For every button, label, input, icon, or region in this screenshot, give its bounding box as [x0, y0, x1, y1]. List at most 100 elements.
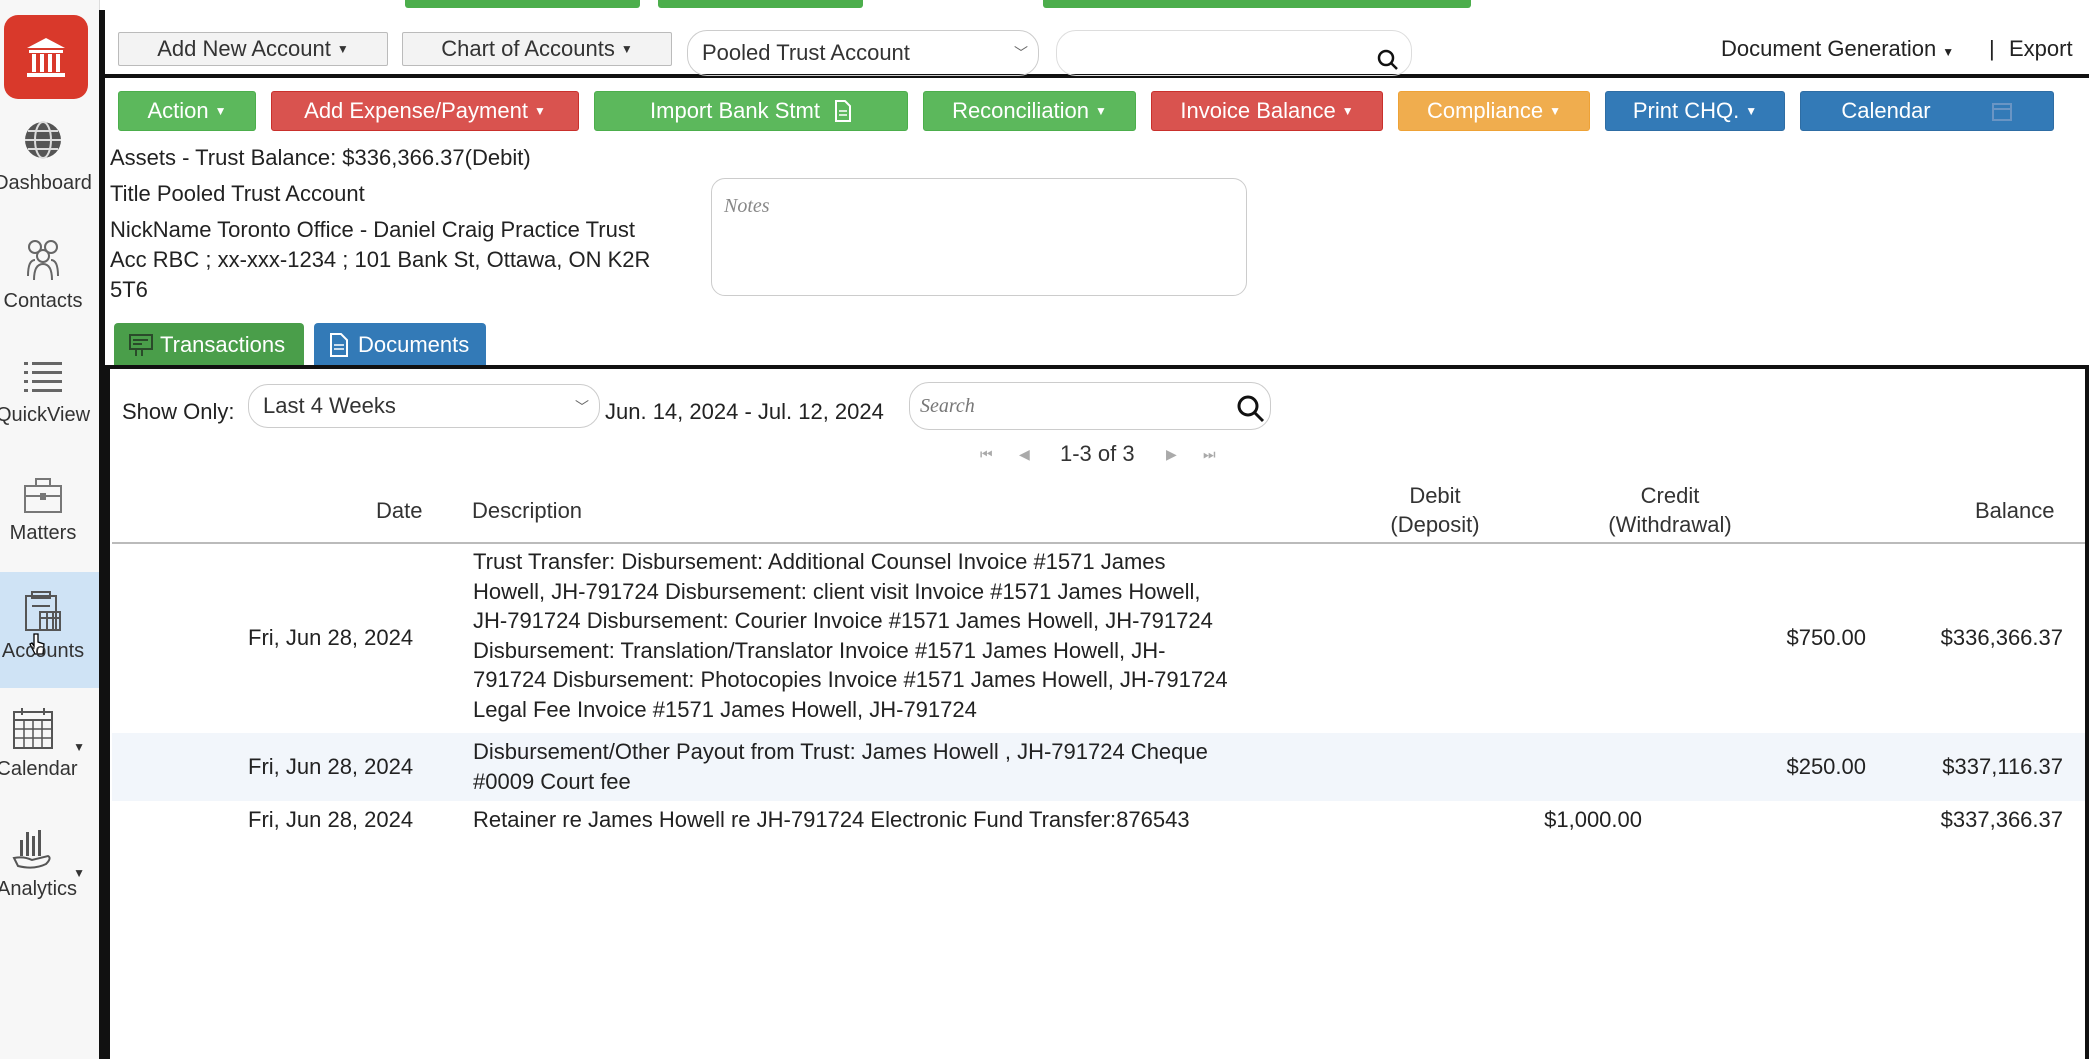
account-title-text: Title Pooled Trust Account — [110, 181, 365, 206]
account-select[interactable]: Pooled Trust Account ﹀ — [687, 30, 1039, 76]
first-page-icon[interactable]: ⏮ — [980, 446, 993, 463]
cropped-top-button[interactable] — [658, 0, 863, 8]
account-postal-text: 5T6 — [110, 277, 148, 302]
chevron-down-icon: ▼ — [1942, 45, 1955, 59]
reconciliation-button[interactable]: Reconciliation ▼ — [923, 91, 1136, 131]
sidebar-item-matters[interactable]: Matters — [0, 474, 99, 584]
description-line: Legal Fee Invoice #1571 James Howell, JH… — [473, 696, 977, 722]
print-chq-label: Print CHQ. — [1632, 98, 1740, 123]
people-icon — [27, 240, 59, 281]
cell-balance: $337,116.37 — [1942, 754, 2063, 779]
search-icon — [1377, 49, 1398, 70]
briefcase-icon — [24, 478, 62, 513]
sidebar-item-label: Matters — [9, 522, 77, 544]
document-icon — [330, 333, 348, 357]
tab-transactions-label: Transactions — [160, 332, 286, 357]
import-bank-label: Import Bank Stmt — [650, 98, 820, 123]
bank-icon — [27, 38, 65, 77]
table-row[interactable]: Fri, Jun 28, 2024 Trust Transfer: Disbur… — [112, 546, 2085, 733]
description-line: Howell, JH-791724 Disbursement: client v… — [473, 578, 1201, 604]
chevron-down-icon: ﹀ — [1014, 45, 1028, 61]
sidebar-item-analytics[interactable]: ▼ Analytics — [0, 826, 99, 936]
add-expense-label: Add Expense/Payment — [304, 98, 528, 123]
chevron-down-icon: ▼ — [1341, 104, 1354, 118]
sidebar-item-calendar[interactable]: ▼ Calendar — [0, 706, 99, 816]
description-line: Disbursement/Other Payout from Trust: Ja… — [473, 739, 1208, 764]
column-header-credit[interactable]: Credit (Withdrawal) — [1580, 481, 1760, 539]
calendar-button[interactable]: Calendar — [1800, 91, 2054, 131]
prev-page-icon[interactable]: ◀ — [1019, 446, 1030, 463]
import-bank-stmt-button[interactable]: Import Bank Stmt — [594, 91, 908, 131]
add-new-account-label: Add New Account — [157, 36, 331, 61]
top-strip — [0, 0, 2089, 10]
last-page-icon[interactable]: ⏭ — [1203, 446, 1216, 463]
add-new-account-button[interactable]: Add New Account ▼ — [118, 32, 388, 66]
tab-transactions[interactable]: Transactions — [114, 323, 304, 367]
sidebar-item-accounts[interactable]: Accounts — [0, 572, 99, 688]
chevron-down-icon: ▼ — [1745, 104, 1758, 118]
column-header-description[interactable]: Description — [472, 496, 582, 525]
column-header-balance[interactable]: Balance — [1975, 496, 2055, 525]
cell-description: Disbursement/Other Payout from Trust: Ja… — [473, 737, 1208, 796]
search-placeholder: Search — [920, 395, 975, 417]
export-link[interactable]: Export — [2009, 36, 2073, 62]
notes-textarea[interactable]: Notes — [711, 178, 1247, 296]
calendar-icon — [1991, 103, 2012, 121]
add-expense-payment-button[interactable]: Add Expense/Payment ▼ — [271, 91, 579, 131]
sidebar-item-label: Accounts — [1, 640, 85, 662]
description-line: JH-791724 Disbursement: Courier Invoice … — [473, 608, 1213, 633]
sidebar-item-quickview[interactable]: QuickView — [0, 356, 99, 466]
chart-of-accounts-label: Chart of Accounts — [441, 36, 615, 61]
action-button[interactable]: Action ▼ — [118, 91, 256, 131]
document-icon — [834, 100, 851, 122]
chevron-down-icon: ▼ — [620, 42, 633, 56]
print-chq-button[interactable]: Print CHQ. ▼ — [1605, 91, 1785, 131]
sidebar-item-contacts[interactable]: Contacts — [0, 236, 99, 346]
tab-documents[interactable]: Documents — [314, 323, 486, 367]
account-bank-text: Acc RBC ; xx-xxx-1234 ; 101 Bank St, Ott… — [110, 247, 651, 272]
description-line: Trust Transfer: Disbursement: Additional… — [473, 549, 1166, 574]
account-search-input[interactable] — [1056, 30, 1412, 76]
globe-icon — [25, 121, 61, 159]
account-select-value: Pooled Trust Account — [702, 40, 910, 65]
search-icon[interactable] — [1236, 394, 1266, 424]
chevron-down-icon: ▼ — [1549, 104, 1562, 118]
next-page-icon[interactable]: ▶ — [1166, 446, 1177, 463]
notes-placeholder: Notes — [724, 195, 770, 217]
column-header-credit-line1: Credit — [1640, 483, 1700, 508]
cell-balance: $336,366.37 — [1940, 625, 2063, 650]
chevron-down-icon: ﹀ — [575, 399, 589, 415]
chevron-down-icon: ▼ — [533, 104, 546, 118]
column-header-credit-line2: (Withdrawal) — [1608, 512, 1732, 537]
sidebar-item-label: Analytics — [0, 878, 78, 900]
compliance-button[interactable]: Compliance ▼ — [1398, 91, 1590, 131]
trust-balance-text: Assets - Trust Balance: $336,366.37(Debi… — [110, 145, 531, 170]
column-header-date[interactable]: Date — [376, 496, 422, 525]
cell-date: Fri, Jun 28, 2024 — [248, 754, 414, 779]
cell-debit: $1,000.00 — [1544, 807, 1642, 832]
action-label: Action — [147, 98, 209, 123]
cell-description: Retainer re James Howell re JH-791724 El… — [473, 805, 1190, 835]
cropped-top-button[interactable] — [1043, 0, 1471, 8]
app-logo[interactable] — [4, 15, 88, 99]
document-generation-menu[interactable]: Document Generation ▼ — [1721, 36, 1954, 62]
cell-date: Fri, Jun 28, 2024 — [248, 807, 414, 832]
cell-balance: $337,366.37 — [1940, 807, 2063, 832]
table-row[interactable]: Fri, Jun 28, 2024 Retainer re James Howe… — [112, 801, 2085, 841]
chevron-down-icon: ▼ — [336, 42, 349, 56]
column-header-debit-line1: Debit — [1409, 483, 1461, 508]
invoice-balance-label: Invoice Balance — [1180, 98, 1336, 123]
column-header-debit[interactable]: Debit (Deposit) — [1360, 481, 1510, 539]
show-only-label: Show Only: — [122, 399, 235, 424]
table-row[interactable]: Fri, Jun 28, 2024 Disbursement/Other Pay… — [112, 733, 2085, 801]
calendar-label: Calendar — [1841, 98, 1931, 123]
date-range-select[interactable]: Last 4 Weeks ﹀ — [248, 384, 600, 428]
account-nickname-text: NickName Toronto Office - Daniel Craig P… — [110, 217, 635, 242]
tab-documents-label: Documents — [358, 332, 470, 357]
cropped-top-button[interactable] — [405, 0, 640, 8]
sidebar-item-dashboard[interactable]: Dashboard — [0, 118, 99, 228]
chevron-down-icon: ▼ — [214, 104, 227, 118]
chart-of-accounts-button[interactable]: Chart of Accounts ▼ — [402, 32, 672, 66]
transaction-search-input[interactable]: Search — [909, 382, 1271, 430]
invoice-balance-button[interactable]: Invoice Balance ▼ — [1151, 91, 1383, 131]
